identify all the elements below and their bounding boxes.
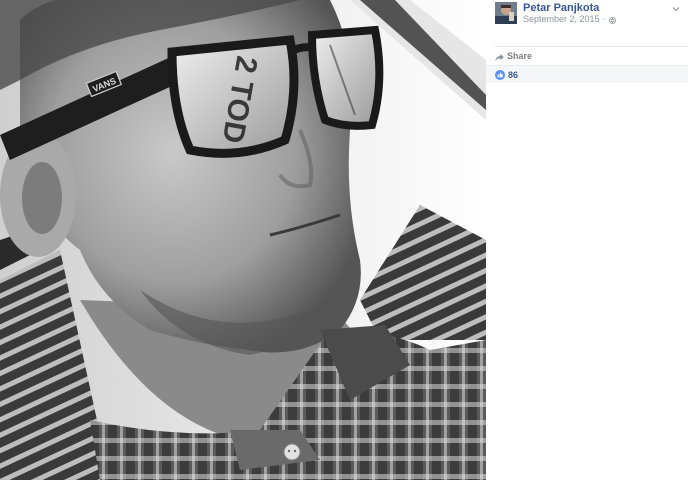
post-meta: September 2, 2015 ·	[523, 14, 616, 24]
post-header: Petar Panjkota September 2, 2015 ·	[486, 0, 688, 46]
post-photo[interactable]: VANS 2 TOD	[0, 0, 486, 480]
share-arrow-icon	[495, 53, 504, 61]
avatar[interactable]	[495, 2, 517, 24]
share-button[interactable]: Share	[495, 51, 532, 61]
meta-separator: ·	[602, 14, 606, 24]
reactions-bar: 86	[486, 65, 688, 83]
chevron-down-icon[interactable]	[671, 1, 681, 12]
post-date-link[interactable]: September 2, 2015	[523, 14, 600, 24]
photo-image: VANS 2 TOD	[0, 0, 486, 480]
globe-icon[interactable]	[608, 16, 616, 24]
share-label: Share	[507, 51, 533, 61]
like-count[interactable]: 86	[508, 70, 518, 80]
post-actions: Share	[486, 47, 688, 65]
like-icon[interactable]	[495, 69, 505, 80]
post-side-panel: Petar Panjkota September 2, 2015 · Share…	[486, 0, 688, 480]
author-name-link[interactable]: Petar Panjkota	[523, 2, 599, 14]
